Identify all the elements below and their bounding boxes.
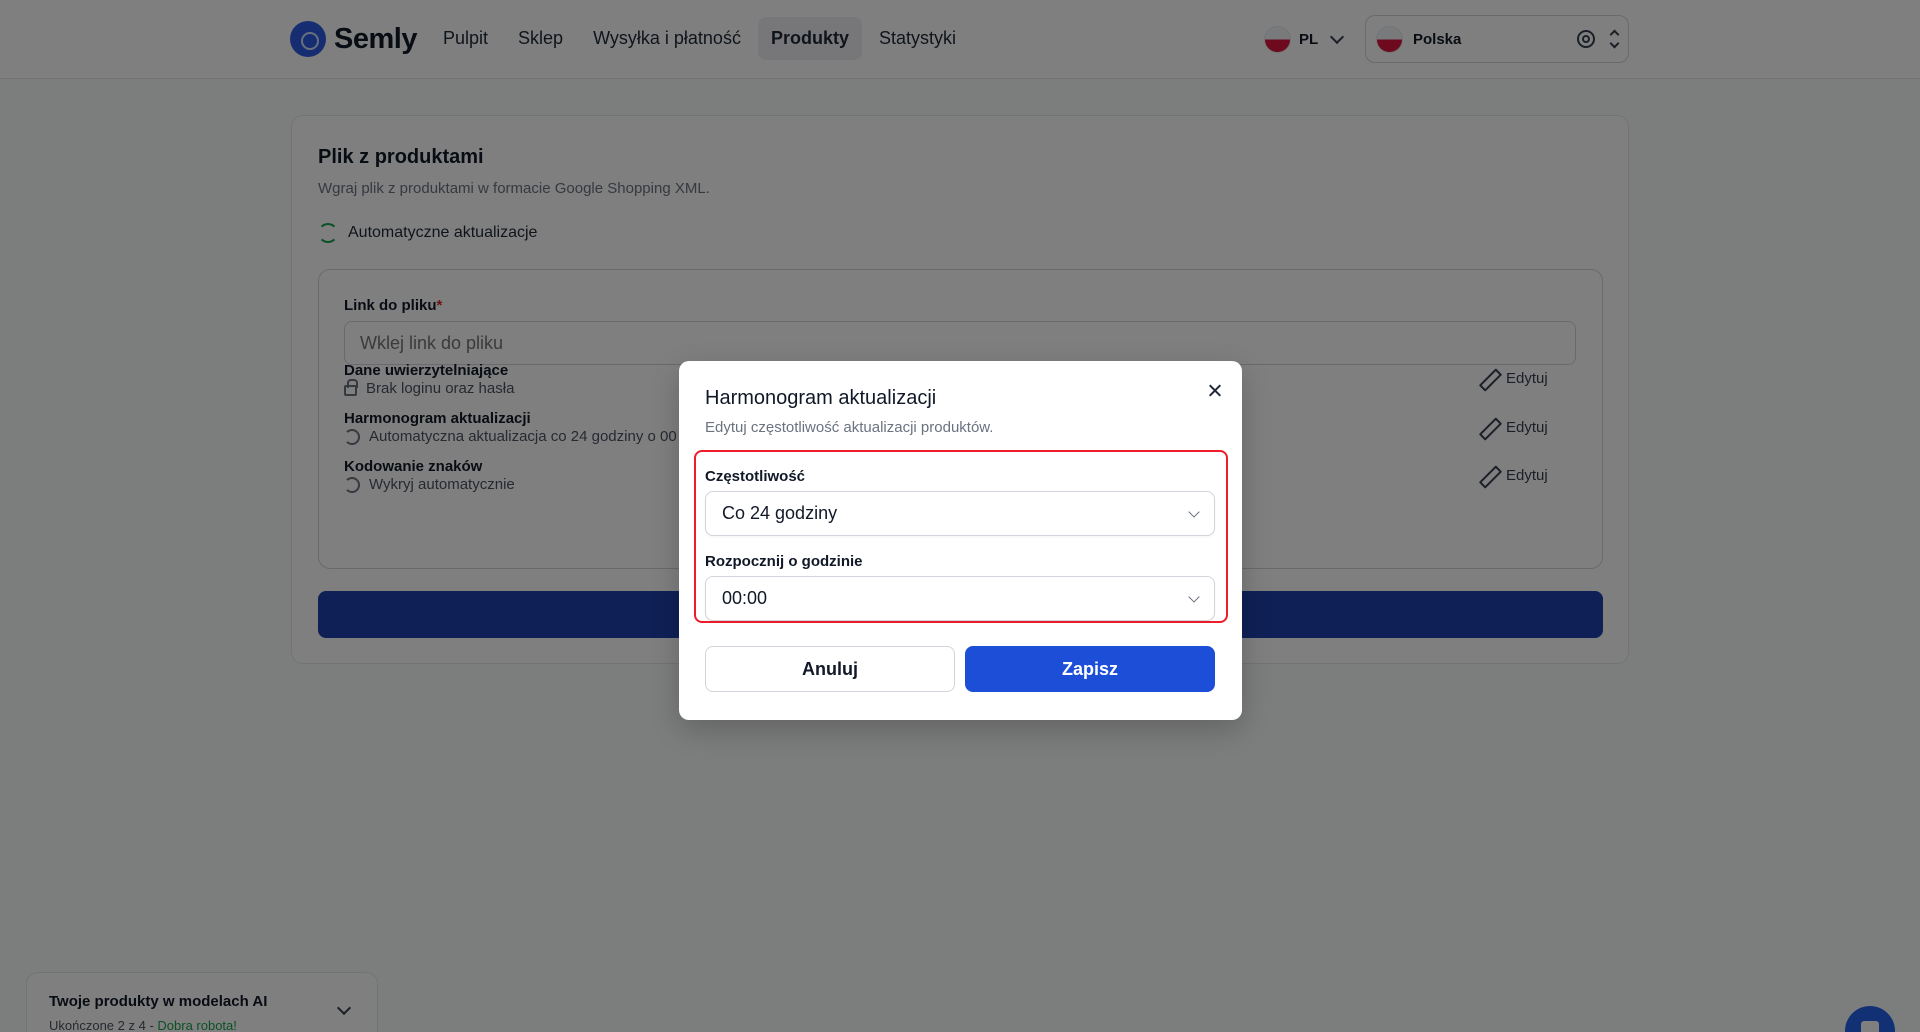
start-time-select[interactable]: 00:00 — [705, 576, 1215, 621]
cancel-button[interactable]: Anuluj — [705, 646, 955, 692]
modal-subtitle: Edytuj częstotliwość aktualizacji produk… — [705, 419, 994, 436]
frequency-label: Częstotliwość — [705, 468, 806, 485]
start-time-label: Rozpocznij o godzinie — [705, 553, 863, 570]
schedule-modal: Harmonogram aktualizacji Edytuj częstotl… — [679, 361, 1242, 720]
chevron-down-icon — [1188, 505, 1200, 518]
start-time-value: 00:00 — [722, 588, 768, 608]
chevron-down-icon — [1188, 590, 1200, 603]
modal-title: Harmonogram aktualizacji — [705, 387, 937, 409]
frequency-value: Co 24 godziny — [722, 503, 838, 523]
save-button[interactable]: Zapisz — [965, 646, 1215, 692]
frequency-select[interactable]: Co 24 godziny — [705, 491, 1215, 536]
close-icon[interactable] — [1203, 379, 1227, 403]
